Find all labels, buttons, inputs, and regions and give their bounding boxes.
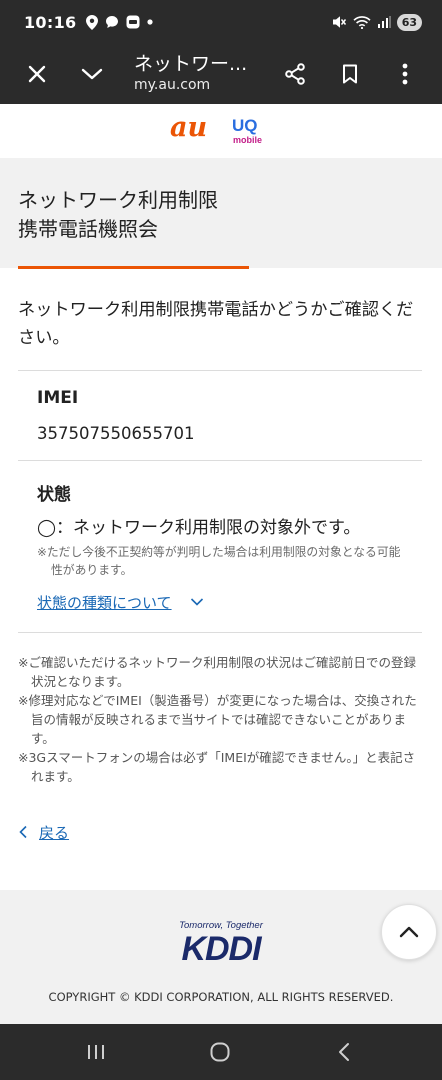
imei-value: 357507550655701 [37,424,195,443]
location-icon [86,14,99,30]
status-notification-icons [86,14,154,30]
status-types-link[interactable]: 状態の種類について [37,592,172,613]
footnote-item: ※3Gスマートフォンの場合は必ず「IMEIが確認できません。」と表記されます。 [18,750,416,784]
back-link[interactable]: 戻る [39,822,69,843]
brand-header: au UQ mobile [0,104,442,158]
browser-toolbar: ネットワー... my.au.com [0,44,442,104]
scroll-to-top-button[interactable] [381,904,437,960]
divider [18,460,422,461]
status-bar: 10:16 63 [0,0,442,44]
footnote-item: ※修理対応などでIMEI（製造番号）が変更になった場合は、交換された旨の情報が反… [18,693,417,746]
page-tab-title: ネットワー... [134,53,248,75]
au-logo[interactable]: au [170,112,207,143]
chevron-down-icon [81,68,103,80]
page-url[interactable]: my.au.com [134,77,210,93]
page-title: ネットワーク利用制限 携帯電話機照会 [18,186,218,244]
home-icon [210,1042,230,1062]
share-button[interactable] [273,44,317,104]
back-icon [339,1043,349,1061]
recent-apps-icon [88,1045,104,1059]
bookmark-icon [343,64,357,84]
footer: Tomorrow, Together KDDI COPYRIGHT © KDDI… [0,890,442,1024]
wifi-icon [353,16,371,29]
home-button[interactable] [190,1024,250,1080]
intro-text: ネットワーク利用制限携帯電話かどうかご確認ください。 [18,300,414,348]
more-vertical-icon [402,63,408,85]
chevron-up-icon [399,926,419,938]
system-navigation-bar [0,1024,442,1080]
footnotes: ※ご確認いただけるネットワーク利用制限の状況はご確認前日での登録状況となります。… [18,653,422,786]
close-tab-button[interactable] [15,44,59,104]
title-band: ネットワーク利用制限 携帯電話機照会 [0,158,442,268]
status-value: ◯：ネットワーク利用制限の対象外です。 [37,518,361,538]
uq-logo[interactable]: UQ [232,117,258,134]
close-icon [28,65,46,83]
share-icon [285,63,305,85]
uq-mobile-label: mobile [233,135,263,145]
chevron-down-icon [190,598,204,606]
app-icon [126,15,140,29]
divider [18,632,422,633]
page-title-line-2: 携帯電話機照会 [18,217,158,241]
minimize-button[interactable] [70,44,114,104]
recent-apps-button[interactable] [66,1024,126,1080]
back-button[interactable] [314,1024,374,1080]
chevron-left-icon [19,825,27,839]
status-note: ※ただし今後不正契約等が判明した場合は利用制限の対象となる可能性があります。 [37,545,401,577]
title-underline [18,266,249,269]
battery-indicator: 63 [396,13,422,31]
bookmark-button[interactable] [328,44,372,104]
dot-icon [147,19,154,25]
footnote-item: ※ご確認いただけるネットワーク利用制限の状況はご確認前日での登録状況となります。 [18,655,416,689]
divider [18,370,422,371]
chat-bubble-icon [106,16,119,28]
more-options-button[interactable] [383,44,427,104]
mute-icon [332,16,346,28]
status-system-icons: 63 [331,13,422,31]
page-title-line-1: ネットワーク利用制限 [18,188,218,212]
status-time: 10:16 [24,12,77,32]
kddi-logo[interactable]: KDDI [0,930,442,969]
imei-label: IMEI [37,388,79,408]
signal-icon [377,16,391,28]
status-label: 状態 [37,485,71,505]
copyright-text: COPYRIGHT © KDDI CORPORATION, ALL RIGHTS… [48,990,394,1004]
